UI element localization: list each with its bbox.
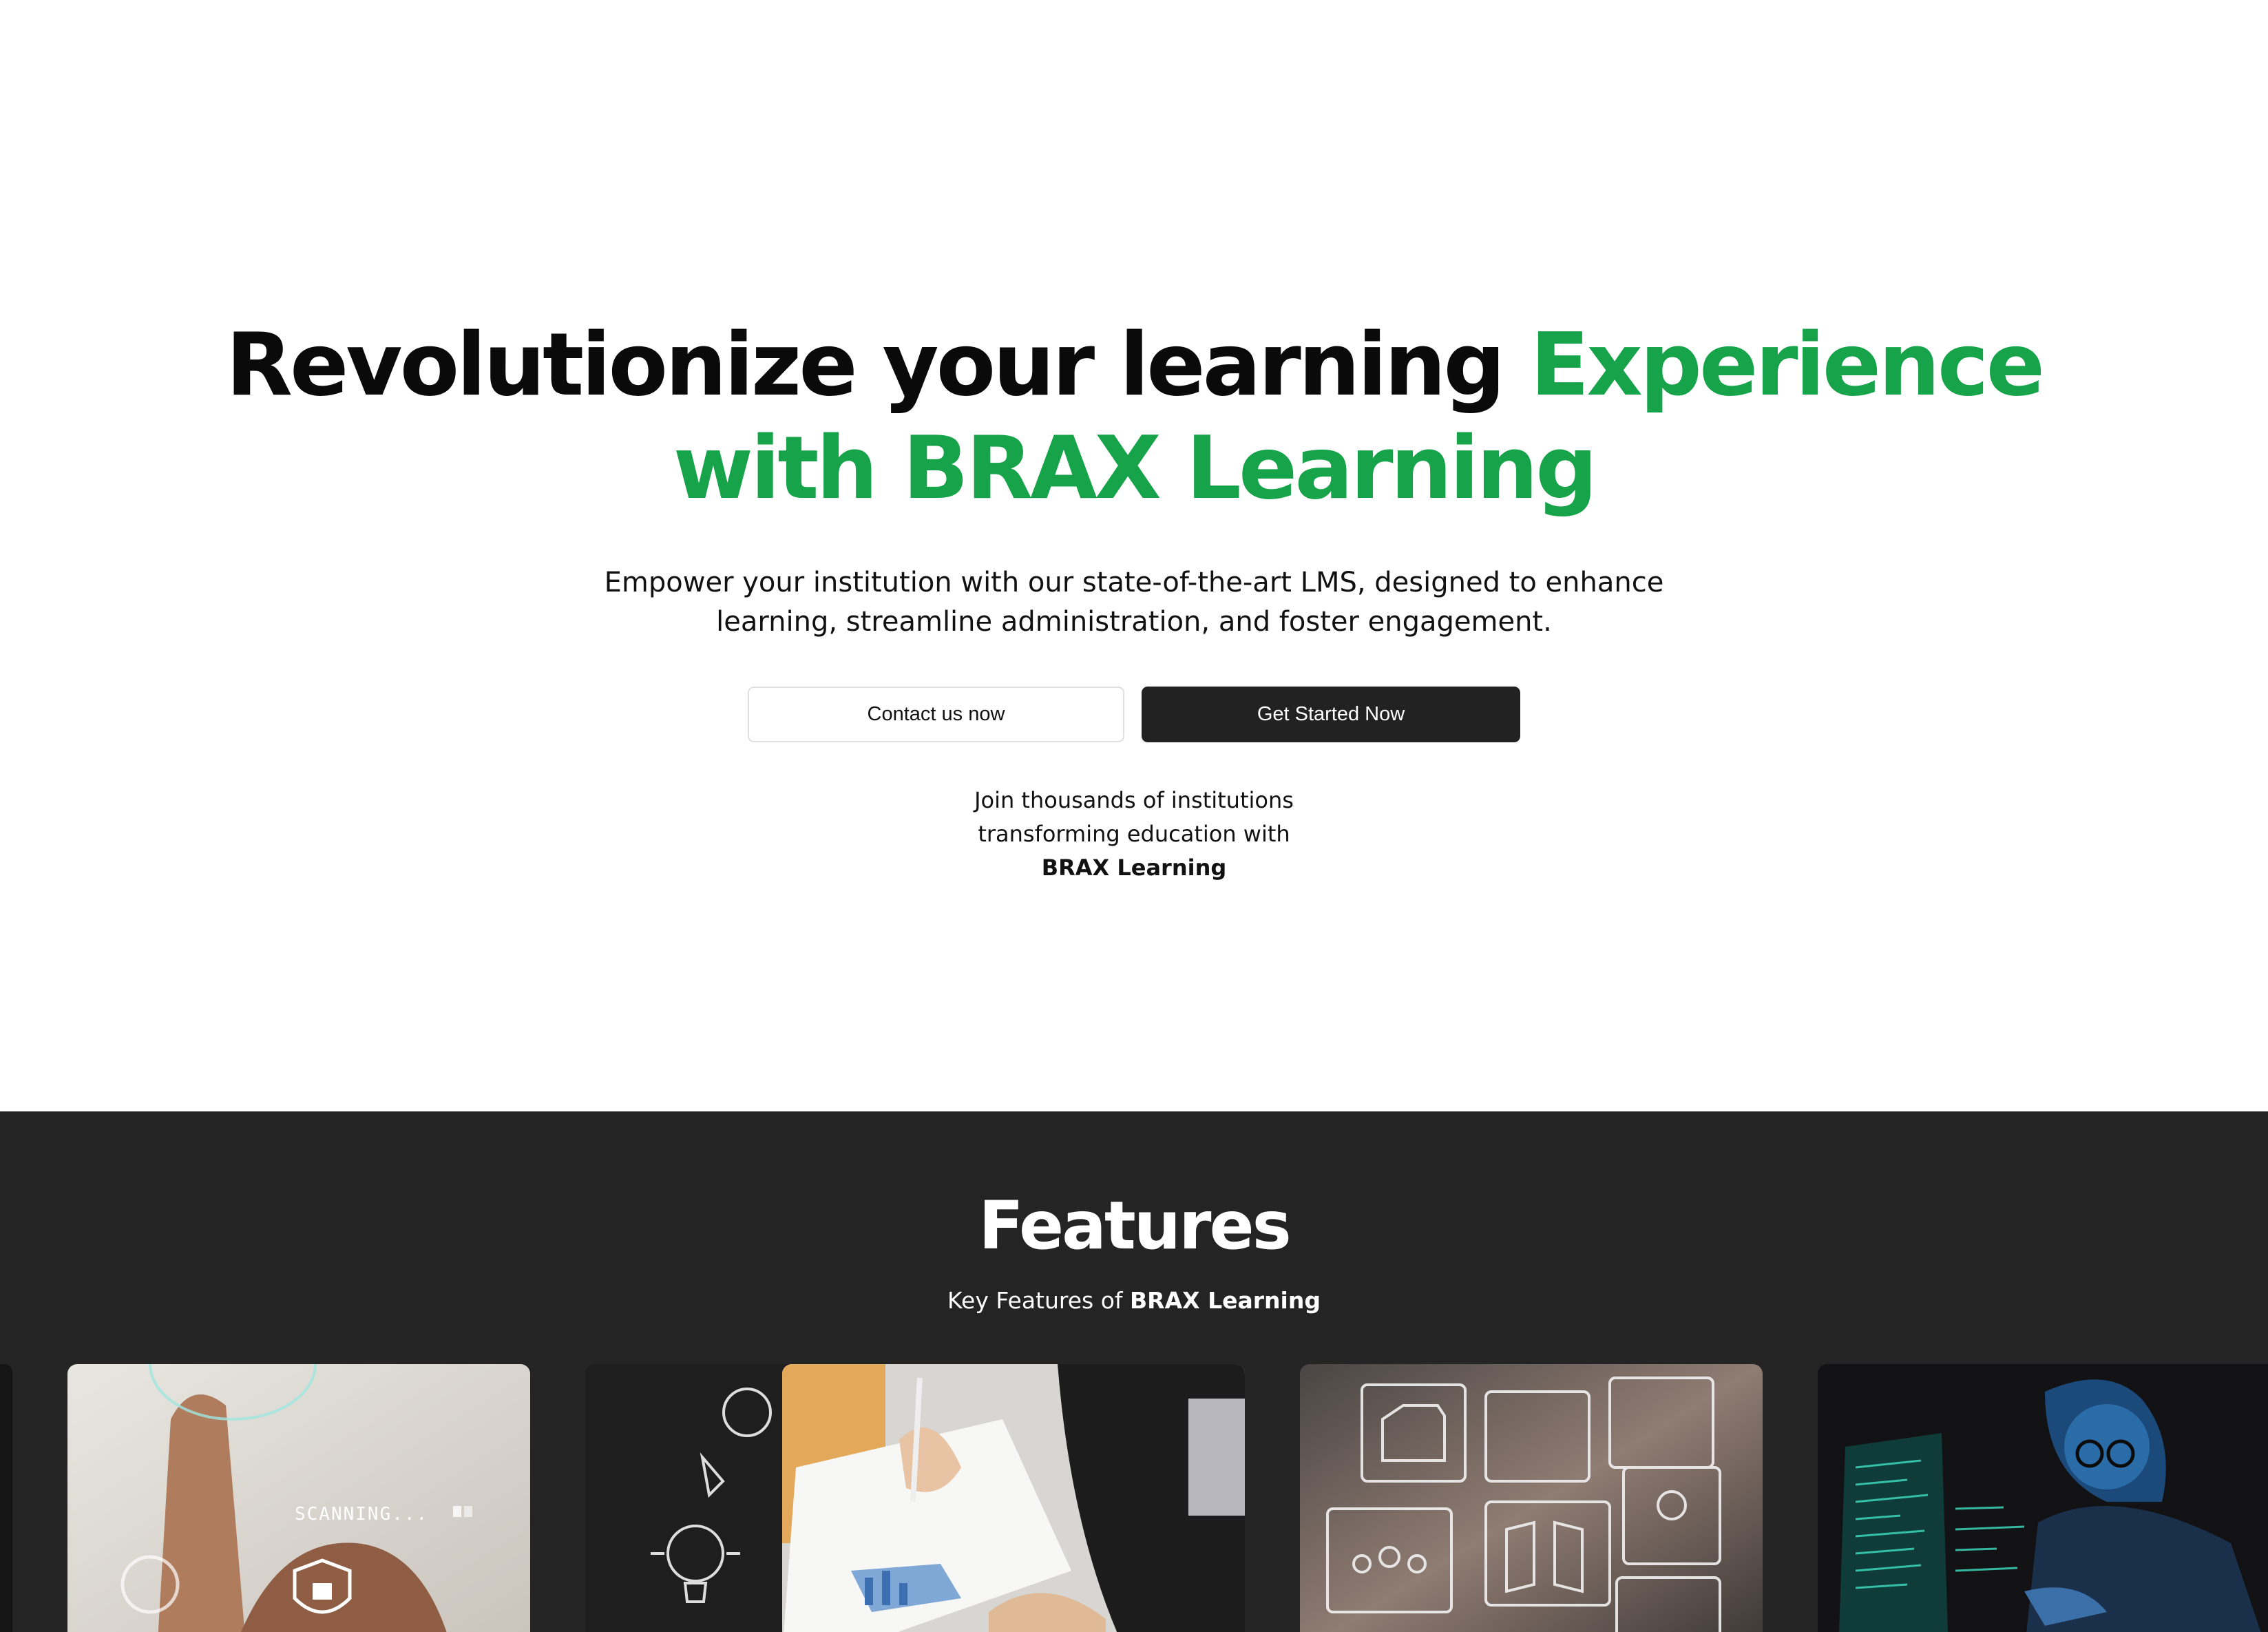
join-line-2: transforming education with — [978, 821, 1290, 847]
feature-card-document[interactable] — [782, 1364, 1245, 1632]
feature-card-fingerprint[interactable]: SCANNING... — [67, 1364, 530, 1632]
chalkboard-ideas-image — [585, 1364, 806, 1632]
hero-title: Revolutionize your learning Experience w… — [0, 313, 2268, 520]
hero-section: Revolutionize your learning Experience w… — [0, 0, 2268, 1111]
features-title: Features — [978, 1187, 1291, 1264]
join-brand: BRAX Learning — [1041, 855, 1227, 881]
features-section: Features Key Features of BRAX Learning S… — [0, 1111, 2268, 1632]
features-subtitle-prefix: Key Features of — [947, 1287, 1131, 1314]
carousel-edge-card[interactable] — [0, 1364, 12, 1632]
feature-card-chalkboard[interactable] — [585, 1364, 806, 1632]
document-signing-image — [782, 1364, 1245, 1632]
features-subtitle-brand: BRAX Learning — [1130, 1287, 1321, 1314]
join-line-1: Join thousands of institutions — [974, 787, 1294, 813]
digital-files-interface-image — [1300, 1364, 1763, 1632]
contact-us-button[interactable]: Contact us now — [748, 687, 1124, 742]
get-started-button[interactable]: Get Started Now — [1142, 687, 1520, 742]
scanning-text: SCANNING... — [295, 1504, 428, 1525]
feature-card-digital-files[interactable] — [1300, 1364, 1763, 1632]
coding-student-image — [1818, 1364, 2268, 1632]
feature-card-coding[interactable] — [1818, 1364, 2268, 1632]
hero-subtitle: Empower your institution with our state-… — [604, 567, 1664, 638]
hero-title-dark: Revolutionize your learning — [225, 314, 1531, 415]
hero-title-accent-line2: with BRAX Learning — [673, 417, 1598, 519]
join-text: Join thousands of institutions transform… — [859, 784, 1409, 885]
fingerprint-scan-image: SCANNING... — [67, 1364, 530, 1632]
features-subtitle: Key Features of BRAX Learning — [0, 1287, 2268, 1314]
hero-title-accent: Experience — [1530, 314, 2045, 415]
